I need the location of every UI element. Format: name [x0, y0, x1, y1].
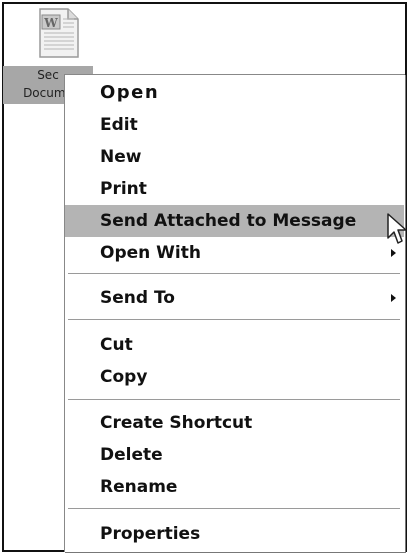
context-menu: Open Edit New Print Send Attached to Mes…: [64, 74, 405, 552]
menu-item-copy[interactable]: Copy: [65, 361, 404, 393]
svg-text:W: W: [43, 16, 58, 30]
submenu-arrow-icon: [391, 249, 396, 257]
word-document-icon[interactable]: W: [36, 7, 84, 59]
menu-item-open[interactable]: Open: [65, 77, 404, 109]
menu-separator: [68, 273, 400, 275]
menu-item-cut[interactable]: Cut: [65, 329, 404, 361]
menu-item-new[interactable]: New: [65, 141, 404, 173]
mouse-pointer-icon: [386, 212, 408, 246]
menu-item-create-shortcut[interactable]: Create Shortcut: [65, 407, 404, 439]
menu-item-print[interactable]: Print: [65, 173, 404, 205]
menu-item-rename[interactable]: Rename: [65, 471, 404, 503]
menu-separator: [68, 319, 400, 321]
menu-separator: [68, 399, 400, 401]
menu-item-delete[interactable]: Delete: [65, 439, 404, 471]
menu-item-edit[interactable]: Edit: [65, 109, 404, 141]
menu-item-send-to[interactable]: Send To: [65, 282, 404, 314]
menu-separator: [68, 508, 400, 510]
menu-item-send-attached[interactable]: Send Attached to Message: [65, 205, 404, 237]
submenu-arrow-icon: [391, 294, 396, 302]
menu-item-send-to-label: Send To: [100, 288, 175, 308]
menu-item-open-with[interactable]: Open With: [65, 237, 404, 269]
menu-item-open-with-label: Open With: [100, 243, 201, 263]
menu-item-properties[interactable]: Properties: [65, 518, 404, 550]
